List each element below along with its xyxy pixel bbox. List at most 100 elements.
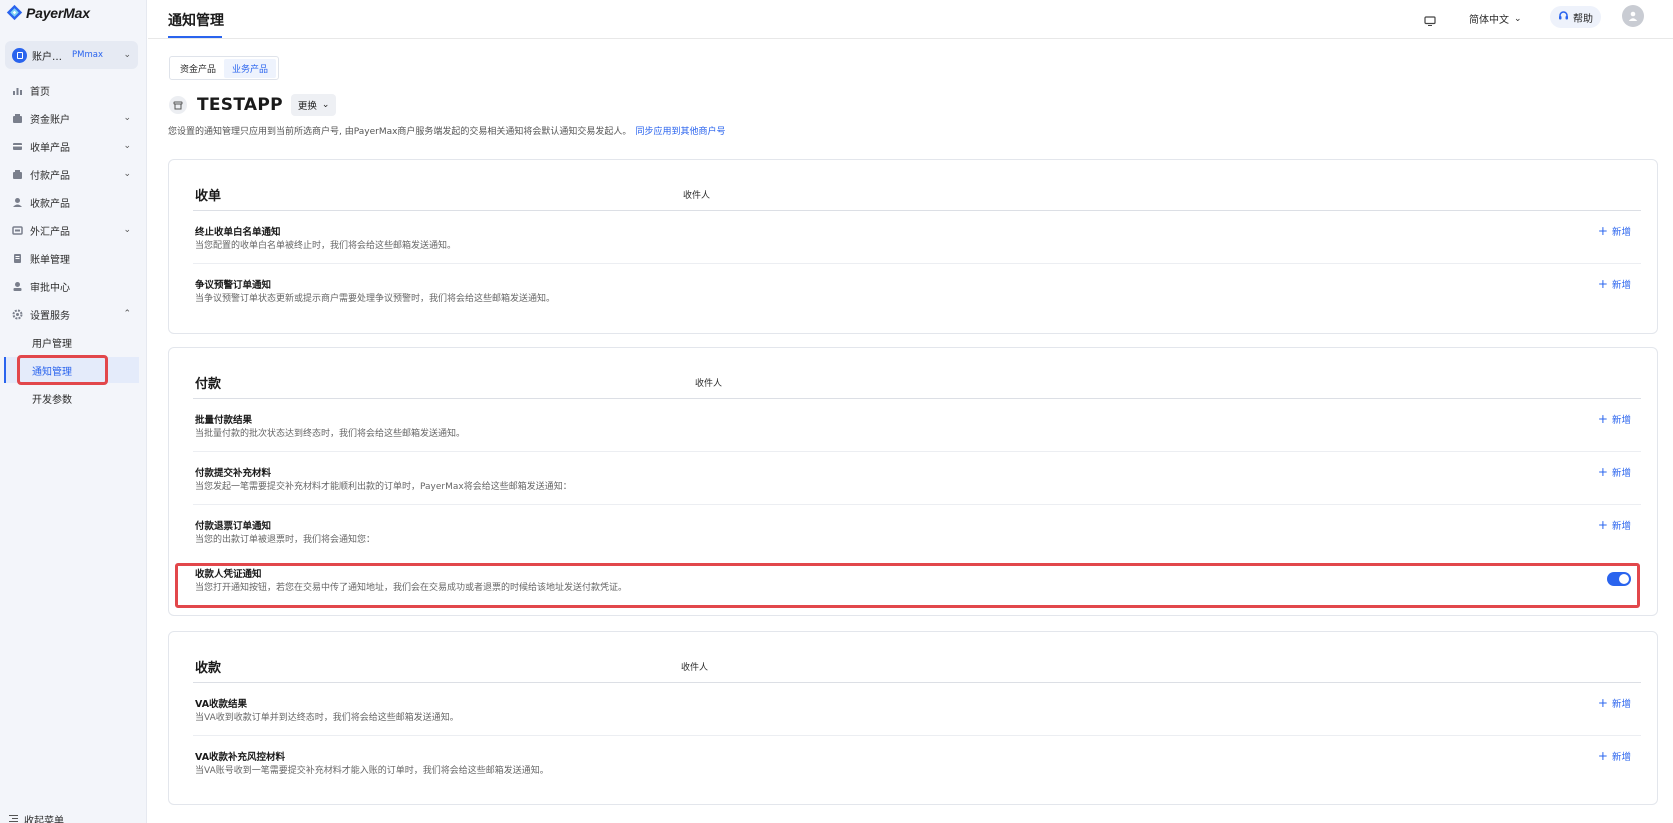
- section-divider: [193, 682, 1641, 683]
- product-tabs: 资金产品 业务产品: [169, 56, 280, 80]
- sidebar-item-bills[interactable]: 账单管理: [0, 247, 147, 269]
- monitor-icon[interactable]: [1424, 12, 1436, 26]
- switch-merchant-button[interactable]: 更换 ⌄: [290, 94, 337, 116]
- sidebar-item-label: 资金账户: [30, 114, 70, 126]
- sidebar-item-collection[interactable]: 收款产品: [0, 191, 147, 213]
- sidebar-subitem-label: 用户管理: [32, 338, 72, 350]
- add-recipient-button[interactable]: + 新增: [1598, 277, 1631, 291]
- switch-label: 更换: [297, 101, 317, 112]
- gear-icon: [12, 309, 23, 320]
- sidebar-subitem-user-management[interactable]: 用户管理: [32, 331, 72, 353]
- sidebar-item-label: 收款产品: [30, 198, 70, 210]
- sidebar-subitem-dev-params[interactable]: 开发参数: [32, 387, 72, 409]
- add-label: 新增: [1611, 752, 1631, 763]
- add-label: 新增: [1611, 280, 1631, 291]
- title-underline: [168, 36, 222, 38]
- receipt-notify-toggle[interactable]: [1607, 572, 1631, 586]
- chevron-down-icon: ⌄: [123, 113, 131, 123]
- notification-desc: 当您的出款订单被退票时，我们将会通知您：: [195, 535, 376, 545]
- collapse-label: 收起菜单: [24, 816, 64, 823]
- add-recipient-button[interactable]: + 新增: [1598, 465, 1631, 479]
- notification-desc: 当您配置的收单白名单被终止时，我们将会给这些邮箱发送通知。: [195, 241, 457, 251]
- row-divider: [193, 263, 1641, 264]
- notification-desc: 当批量付款的批次状态达到终态时，我们将会给这些邮箱发送通知。: [195, 429, 466, 439]
- card-icon: [12, 141, 23, 152]
- sidebar-item-label: 外汇产品: [30, 226, 70, 238]
- notification-title: 收款人凭证通知: [195, 569, 262, 580]
- section-collection: 收款 收件人 VA收款结果 当VA收到收款订单并到达终态时，我们将会给这些邮箱发…: [168, 631, 1658, 805]
- notification-title: 终止收单白名单通知: [195, 227, 281, 238]
- sidebar-item-home[interactable]: 首页: [0, 79, 147, 101]
- wallet-icon: [12, 169, 23, 180]
- add-recipient-button[interactable]: + 新增: [1598, 224, 1631, 238]
- user-avatar-icon[interactable]: [1622, 5, 1644, 27]
- add-recipient-button[interactable]: + 新增: [1598, 749, 1631, 763]
- chevron-down-icon: ⌄: [123, 169, 131, 179]
- sidebar-item-label: 设置服务: [30, 310, 70, 322]
- top-header: 通知管理 简体中文 ⌄ 帮助: [148, 0, 1673, 39]
- sidebar-item-settings[interactable]: 设置服务 ⌃: [0, 303, 147, 325]
- section-acquiring: 收单 收件人 终止收单白名单通知 当您配置的收单白名单被终止时，我们将会给这些邮…: [168, 159, 1658, 334]
- add-label: 新增: [1611, 415, 1631, 426]
- brand-name: PayerMax: [26, 4, 90, 21]
- help-button[interactable]: 帮助: [1550, 6, 1601, 28]
- sidebar-item-approval[interactable]: 审批中心: [0, 275, 147, 297]
- app-root: PayerMax 账户… PMmax ⌄ 首页 资金账户 ⌄ 收单产品 ⌄ 付款…: [0, 0, 1673, 823]
- account-name: 账户…: [32, 51, 62, 63]
- sidebar-item-label: 付款产品: [30, 170, 70, 182]
- chevron-down-icon: ⌄: [123, 141, 131, 151]
- approve-icon: [12, 281, 23, 292]
- row-divider: [193, 451, 1641, 452]
- intro-description: 您设置的通知管理只应用到当前所选商户号, 由PayerMax商户服务端发起的交易…: [168, 127, 632, 137]
- tab-business-products[interactable]: 业务产品: [224, 58, 277, 78]
- wallet-icon: [12, 113, 23, 124]
- sidebar: PayerMax 账户… PMmax ⌄ 首页 资金账户 ⌄ 收单产品 ⌄ 付款…: [0, 0, 147, 823]
- row-divider: [193, 504, 1641, 505]
- notification-desc: 当VA账号收到一笔需要提交补充材料才能入账的订单时，我们将会给这些邮箱发送通知。: [195, 766, 549, 776]
- plus-icon: +: [1597, 224, 1608, 238]
- account-avatar-icon: [12, 47, 27, 63]
- sidebar-item-acquiring[interactable]: 收单产品 ⌄: [0, 135, 147, 157]
- section-payout: 付款 收件人 批量付款结果 当批量付款的批次状态达到终态时，我们将会给这些邮箱发…: [168, 347, 1658, 616]
- account-badge: PMmax: [72, 50, 103, 60]
- section-title: 收单: [195, 189, 222, 204]
- chevron-up-icon: ⌃: [123, 309, 131, 319]
- notification-title: VA收款补充风控材料: [195, 752, 286, 763]
- collapse-menu-button[interactable]: 收起菜单: [9, 812, 64, 823]
- collapse-icon: [9, 814, 18, 823]
- chevron-down-icon: ⌄: [123, 50, 131, 60]
- notification-title: 付款提交补充材料: [195, 468, 272, 479]
- sidebar-item-fx[interactable]: 外汇产品 ⌄: [0, 219, 147, 241]
- recipient-header: 收件人: [683, 191, 711, 201]
- notification-desc: 当您打开通知按钮，若您在交易中传了通知地址，我们会在交易成功或者退票的时候给该地…: [195, 583, 628, 593]
- notification-desc: 当VA收到收款订单并到达终态时，我们将会给这些邮箱发送通知。: [195, 713, 459, 723]
- sync-merchants-link[interactable]: 同步应用到其他商户号: [635, 127, 725, 137]
- intro-text: 您设置的通知管理只应用到当前所选商户号, 由PayerMax商户服务端发起的交易…: [168, 124, 725, 137]
- headset-icon: [1558, 10, 1569, 24]
- sidebar-item-label: 审批中心: [30, 282, 70, 294]
- notification-title: 批量付款结果: [195, 415, 253, 426]
- notification-desc: 当您发起一笔需要提交补充材料才能顺利出款的订单时，PayerMax将会给这些邮箱…: [195, 482, 572, 492]
- notification-title: VA收款结果: [195, 699, 248, 710]
- add-label: 新增: [1611, 521, 1631, 532]
- notification-title: 争议预警订单通知: [195, 280, 272, 291]
- merchant-app-row: TESTAPP 更换 ⌄: [169, 94, 337, 116]
- tab-funds-products[interactable]: 资金产品: [172, 59, 224, 78]
- payermax-logo-icon: [6, 4, 23, 21]
- sidebar-item-payout[interactable]: 付款产品 ⌄: [0, 163, 147, 185]
- add-recipient-button[interactable]: + 新增: [1598, 696, 1631, 710]
- brand-logo[interactable]: PayerMax: [6, 4, 90, 21]
- add-recipient-button[interactable]: + 新增: [1598, 518, 1631, 532]
- account-selector[interactable]: 账户… PMmax ⌄: [5, 41, 138, 69]
- sidebar-item-label: 收单产品: [30, 142, 70, 154]
- language-selector[interactable]: 简体中文 ⌄: [1469, 11, 1522, 27]
- add-recipient-button[interactable]: + 新增: [1598, 412, 1631, 426]
- sidebar-item-funds-account[interactable]: 资金账户 ⌄: [0, 107, 147, 129]
- section-title: 付款: [195, 377, 222, 392]
- plus-icon: +: [1597, 518, 1608, 532]
- sidebar-item-label: 首页: [30, 86, 50, 98]
- plus-icon: +: [1597, 465, 1608, 479]
- chevron-down-icon: ⌄: [1514, 13, 1522, 24]
- chevron-down-icon: ⌄: [123, 225, 131, 235]
- highlight-box: [17, 355, 108, 385]
